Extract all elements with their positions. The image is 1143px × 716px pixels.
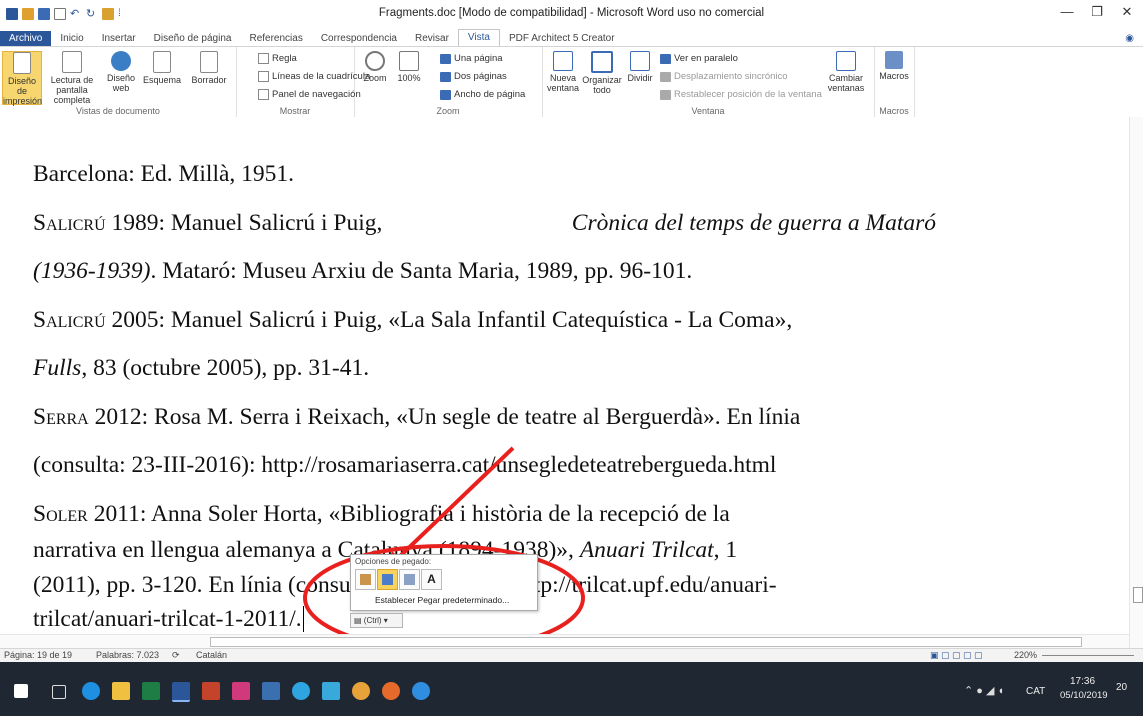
system-tray-icons[interactable]: ⌃ ● ◢ ◖ bbox=[964, 684, 1004, 697]
task-view-icon[interactable] bbox=[52, 685, 66, 699]
file-explorer-icon[interactable] bbox=[112, 682, 130, 700]
paste-ctrl-button[interactable]: ▤ (Ctrl) ▾ bbox=[350, 613, 403, 628]
view-buttons[interactable]: ▣ ▢ ▢ ▢ ▢ bbox=[930, 650, 983, 661]
firefox-icon[interactable] bbox=[382, 682, 400, 700]
text-only-a-button[interactable]: A bbox=[421, 569, 442, 590]
annotation-overlay bbox=[303, 446, 585, 652]
red-arrow-annotation bbox=[394, 446, 515, 562]
vertical-scrollbar[interactable] bbox=[1129, 117, 1143, 650]
merge-formatting-icon bbox=[382, 574, 393, 585]
phone-app-icon[interactable] bbox=[322, 682, 340, 700]
set-default-paste-item[interactable]: Establecer Pegar predeterminado... bbox=[375, 595, 509, 605]
paste-options-title: Opciones de pegado: bbox=[355, 557, 432, 566]
media-player-icon[interactable] bbox=[262, 682, 280, 700]
horizontal-scrollbar[interactable] bbox=[0, 634, 1129, 649]
ctrl-label: (Ctrl) ▾ bbox=[363, 616, 388, 625]
word-taskbar-icon[interactable] bbox=[172, 682, 190, 702]
paste-options-popup: Opciones de pegado: A Establecer Pegar p… bbox=[350, 554, 538, 611]
browser-icon[interactable] bbox=[292, 682, 310, 700]
input-language[interactable]: CAT bbox=[1026, 686, 1045, 697]
notification-center-badge[interactable]: 20 bbox=[1116, 682, 1127, 693]
keep-text-only-button[interactable] bbox=[399, 569, 420, 590]
zoom-level[interactable]: 220% bbox=[1014, 650, 1037, 660]
clock-time[interactable]: 17:36 bbox=[1070, 676, 1095, 687]
keep-text-icon bbox=[404, 574, 415, 585]
excel-icon[interactable] bbox=[142, 682, 160, 700]
word-count[interactable]: Palabras: 7.023 bbox=[96, 650, 159, 660]
pdf-app-icon[interactable] bbox=[232, 682, 250, 700]
hscroll-thumb[interactable] bbox=[210, 637, 1082, 647]
page-count[interactable]: Página: 19 de 19 bbox=[4, 650, 72, 660]
letter-a-icon: A bbox=[427, 572, 436, 586]
clock-date[interactable]: 05/10/2019 bbox=[1060, 690, 1108, 701]
proofing-icon[interactable]: ⟳ bbox=[172, 650, 180, 661]
keep-source-icon bbox=[360, 574, 371, 585]
language-indicator[interactable]: Catalán bbox=[196, 650, 227, 660]
zoom-slider[interactable] bbox=[1042, 655, 1134, 656]
edge-icon[interactable] bbox=[82, 682, 100, 700]
merge-formatting-button[interactable] bbox=[377, 569, 398, 590]
scroll-thumb[interactable] bbox=[1133, 587, 1143, 603]
windows-start-icon[interactable] bbox=[14, 684, 28, 698]
internet-explorer-icon[interactable] bbox=[412, 682, 430, 700]
powerpoint-icon[interactable] bbox=[202, 682, 220, 700]
taskbar: ⌃ ● ◢ ◖ CAT 17:36 05/10/2019 20 bbox=[0, 662, 1143, 716]
clipboard-icon: ▤ bbox=[354, 616, 364, 625]
keep-source-formatting-button[interactable] bbox=[355, 569, 376, 590]
status-bar: Página: 19 de 19 Palabras: 7.023 ⟳ Catal… bbox=[0, 648, 1143, 663]
chrome-icon[interactable] bbox=[352, 682, 370, 700]
